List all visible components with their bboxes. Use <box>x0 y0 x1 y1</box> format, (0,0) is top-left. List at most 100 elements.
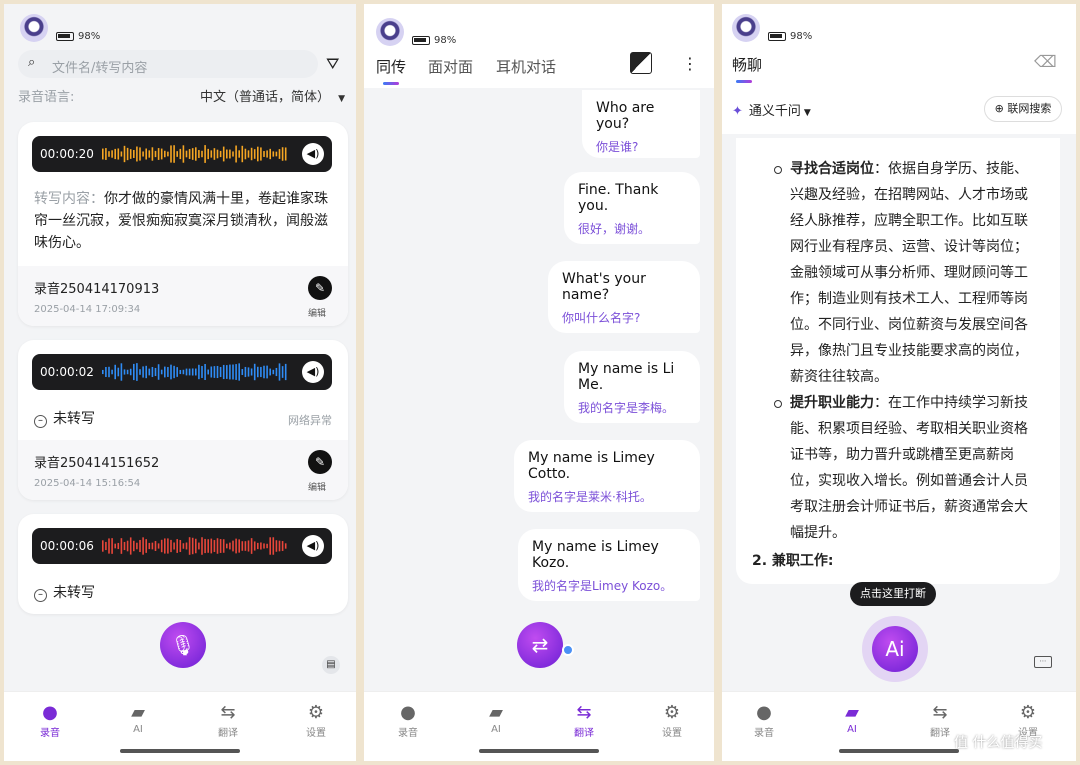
transcribe-status[interactable]: – 未转写 <box>34 582 95 602</box>
tab-earphone-dialog[interactable]: 耳机对话 <box>496 56 556 77</box>
mic-icon: ● <box>756 702 772 723</box>
bottom-nav: ● 录音 ▰ AI ⇆ 翻译 ⚙ 设置 <box>364 691 714 761</box>
swap-icon: ⇆ <box>576 702 592 723</box>
edit-icon[interactable]: ✎ <box>308 450 332 474</box>
translation-screen: 98% 同传 面对面 耳机对话 ⋮ Who are you? 你是谁? Fine.… <box>364 4 714 761</box>
chat-icon: ▰ <box>489 702 503 723</box>
swap-icon: ⇆ <box>932 702 948 723</box>
waveform <box>102 537 287 555</box>
recording-name: 录音250414151652 <box>34 456 160 471</box>
recording-name: 录音250414170913 <box>34 282 160 297</box>
recording-card[interactable]: 00:00:20 ◀) 转写内容：你才做的豪情风满十里，卷起谁家珠 帘一丝沉寂，… <box>18 122 348 326</box>
nav-settings[interactable]: ⚙ 设置 <box>642 702 702 739</box>
nav-ai[interactable]: ▰ AI <box>466 702 526 735</box>
import-file-icon[interactable]: ▤ <box>322 656 340 674</box>
battery-icon <box>412 36 430 45</box>
home-indicator <box>479 749 599 753</box>
tab-face-to-face[interactable]: 面对面 <box>428 56 473 77</box>
gear-icon: ⚙ <box>663 702 681 723</box>
waveform <box>102 145 287 163</box>
tab-indicator <box>383 82 399 85</box>
chat-bubble: Who are you? 你是谁? <box>582 90 700 158</box>
page-title: 畅聊 <box>732 56 763 74</box>
bottom-nav: ● 录音 ▰ AI ⇆ 翻译 ⚙ 设置 <box>4 691 356 761</box>
waveform <box>102 363 287 381</box>
home-indicator <box>839 749 959 753</box>
language-switch-icon[interactable] <box>630 52 652 74</box>
search-input[interactable]: ⌕ 文件名/转写内容 <box>18 50 318 78</box>
battery-indicator: 98% <box>56 31 100 42</box>
edit-icon[interactable]: ✎ <box>308 276 332 300</box>
recording-card[interactable]: 00:00:02 ◀) – 未转写 网络异常 录音250414151652 202… <box>18 340 348 500</box>
bullet-icon <box>774 166 782 174</box>
tab-simultaneous[interactable]: 同传 <box>376 56 406 77</box>
globe-icon: ⊕ <box>994 102 1004 115</box>
chat-bubble: My name is Limey Cotto. 我的名字是莱米·科托。 <box>514 440 700 512</box>
nav-record[interactable]: ● 录音 <box>378 702 438 739</box>
transcribe-status[interactable]: – 未转写 <box>34 408 95 428</box>
recording-time: 2025-04-14 17:09:34 <box>34 304 141 315</box>
battery-indicator: 98% <box>768 31 812 42</box>
gear-icon: ⚙ <box>307 702 325 723</box>
response-bullet-1: 寻找合适岗位：依据自身学历、技能、 兴趣及经验，在招聘网站、人才市场或 经人脉推… <box>790 161 1028 385</box>
clear-icon[interactable]: ⌫ <box>1034 52 1057 71</box>
home-indicator <box>120 749 240 753</box>
bullet-icon <box>774 400 782 408</box>
nav-ai[interactable]: ▰ AI <box>108 702 168 735</box>
speaker-icon[interactable]: ◀) <box>302 143 324 165</box>
chat-icon: ▰ <box>131 702 145 723</box>
swap-icon: ⇆ <box>220 702 236 723</box>
title-indicator <box>736 80 752 83</box>
chat-icon: ▰ <box>845 702 859 723</box>
keyboard-icon[interactable]: ⋯ <box>1034 656 1052 668</box>
swap-icon: ⇄ <box>531 633 549 657</box>
model-select[interactable]: ✦ 通义千问 ▼ <box>732 100 811 119</box>
recording-screen: 98% ⌕ 文件名/转写内容 ⛛ 录音语言: 中文（普通话，简体） ▼ 00:0… <box>4 4 356 761</box>
waveform-player[interactable]: 00:00:06 ◀) <box>32 528 332 564</box>
waveform-player[interactable]: 00:00:02 ◀) <box>32 354 332 390</box>
chat-bubble: My name is Li Me. 我的名字是李梅。 <box>564 351 700 423</box>
search-icon: ⌕ <box>28 55 36 70</box>
nav-settings[interactable]: ⚙ 设置 <box>286 702 346 739</box>
chat-bubble: What's your name? 你叫什么名字? <box>548 261 700 333</box>
user-avatar[interactable] <box>20 14 48 42</box>
network-error: 网络异常 <box>288 414 332 427</box>
user-avatar[interactable] <box>732 14 760 42</box>
response-item-2: 2. 兼职工作: <box>752 553 834 569</box>
translate-button[interactable]: ⇄ <box>517 622 563 668</box>
nav-translate[interactable]: ⇆ 翻译 <box>554 702 614 739</box>
speaker-icon[interactable]: ◀) <box>302 361 324 383</box>
user-avatar[interactable] <box>376 18 404 46</box>
language-select[interactable]: 中文（普通话，简体） ▼ <box>200 86 345 105</box>
chevron-down-icon: ▼ <box>803 108 811 118</box>
chevron-down-icon: ▼ <box>338 94 346 104</box>
chat-bubble: My name is Limey Kozo. 我的名字是Limey Kozo。 <box>518 529 700 601</box>
mic-icon: 🎙 <box>170 633 196 657</box>
more-menu-icon[interactable]: ⋮ <box>682 54 698 73</box>
nav-record[interactable]: ● 录音 <box>734 702 794 739</box>
status-dot <box>562 644 574 656</box>
recording-card[interactable]: 00:00:06 ◀) – 未转写 <box>18 514 348 614</box>
mic-icon: ● <box>400 702 416 723</box>
battery-indicator: 98% <box>412 35 456 46</box>
nav-translate[interactable]: ⇆ 翻译 <box>198 702 258 739</box>
gear-icon: ⚙ <box>1019 702 1037 723</box>
interrupt-tooltip: 点击这里打断 <box>850 582 936 606</box>
battery-icon <box>56 32 74 41</box>
nav-record[interactable]: ● 录音 <box>20 702 80 739</box>
battery-icon <box>768 32 786 41</box>
minus-circle-icon: – <box>34 415 47 428</box>
mic-icon: ● <box>42 702 58 723</box>
record-button[interactable]: 🎙 <box>160 622 206 668</box>
nav-ai[interactable]: ▰ AI <box>822 702 882 735</box>
minus-circle-icon: – <box>34 589 47 602</box>
response-bullet-2: 提升职业能力：在工作中持续学习新技 能、积累项目经验、考取相关职业资格 证书等，… <box>790 395 1028 541</box>
language-label: 录音语言: <box>18 90 75 105</box>
recording-time: 2025-04-14 15:16:54 <box>34 478 141 489</box>
filter-icon[interactable]: ⛛ <box>326 54 339 74</box>
ai-voice-button[interactable]: Ai <box>872 626 918 672</box>
ai-chat-screen: 98% 畅聊 ⌫ ✦ 通义千问 ▼ ⊕ 联网搜索 寻找合适岗位：依据自身学历、技能、… <box>722 4 1076 761</box>
web-search-button[interactable]: ⊕ 联网搜索 <box>984 96 1062 122</box>
speaker-icon[interactable]: ◀) <box>302 535 324 557</box>
waveform-player[interactable]: 00:00:20 ◀) <box>32 136 332 172</box>
